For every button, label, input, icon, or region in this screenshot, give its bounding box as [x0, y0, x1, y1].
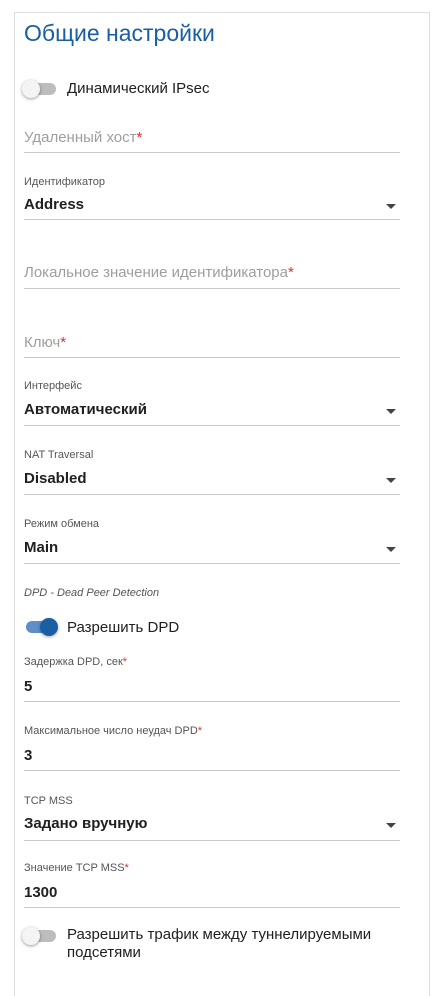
- local-identifier-field[interactable]: Локальное значение идентификатора*: [24, 256, 400, 290]
- chevron-down-icon: [386, 478, 396, 483]
- allow-tunnel-traffic-line2: подсетями: [67, 944, 141, 961]
- tcp-mss-value-field[interactable]: Значение TCP MSS* 1300: [24, 860, 400, 908]
- nat-traversal-underline: [24, 494, 400, 495]
- dpd-section-label: DPD - Dead Peer Detection: [24, 587, 160, 599]
- chevron-down-icon: [386, 409, 396, 414]
- dpd-delay-label: Задержка DPD, сек*: [24, 656, 128, 668]
- dpd-failures-label: Максимальное число неудач DPD*: [24, 725, 203, 737]
- tcp-mss-value-label: Значение TCP MSS*: [24, 862, 129, 874]
- exchange-mode-label: Режим обмена: [24, 518, 100, 530]
- nat-traversal-label: NAT Traversal: [24, 449, 94, 461]
- tcp-mss-select[interactable]: TCP MSS Задано вручную: [24, 793, 400, 841]
- tcp-mss-value-underline: [24, 907, 400, 908]
- dpd-delay-underline: [24, 701, 400, 702]
- identifier-underline: [24, 219, 400, 220]
- identifier-value: Address: [24, 196, 85, 213]
- interface-label: Интерфейс: [24, 380, 82, 392]
- dynamic-ipsec-toggle[interactable]: [22, 78, 58, 100]
- toggle-knob: [40, 618, 58, 636]
- dpd-failures-underline: [24, 770, 400, 771]
- remote-host-placeholder: Удаленный хост*: [24, 129, 143, 146]
- chevron-down-icon: [386, 204, 396, 209]
- tcp-mss-value: Задано вручную: [24, 815, 148, 832]
- dpd-failures-field[interactable]: Максимальное число неудач DPD* 3: [24, 723, 400, 771]
- interface-select[interactable]: Интерфейс Автоматический: [24, 378, 400, 426]
- toggle-knob: [22, 927, 40, 945]
- allow-tunnel-traffic-line1: Разрешить трафик между туннелируемыми: [67, 926, 372, 943]
- exchange-mode-value: Main: [24, 539, 59, 556]
- settings-panel: [14, 12, 430, 996]
- allow-tunnel-traffic-label: Разрешить трафик между туннелируемыми по…: [67, 926, 371, 962]
- dynamic-ipsec-label: Динамический IPsec: [67, 80, 210, 97]
- tcp-mss-value-input: 1300: [24, 884, 58, 901]
- remote-host-field[interactable]: Удаленный хост*: [24, 120, 400, 154]
- exchange-mode-select[interactable]: Режим обмена Main: [24, 516, 400, 564]
- toggle-knob: [22, 80, 40, 98]
- local-identifier-underline: [24, 288, 400, 289]
- dpd-failures-value: 3: [24, 747, 33, 764]
- remote-host-underline: [24, 152, 400, 153]
- tcp-mss-label: TCP MSS: [24, 795, 73, 807]
- tcp-mss-underline: [24, 840, 400, 841]
- nat-traversal-select[interactable]: NAT Traversal Disabled: [24, 447, 400, 495]
- chevron-down-icon: [386, 547, 396, 552]
- local-identifier-placeholder: Локальное значение идентификатора*: [24, 264, 294, 281]
- interface-value: Автоматический: [24, 401, 147, 418]
- nat-traversal-value: Disabled: [24, 470, 87, 487]
- interface-underline: [24, 425, 400, 426]
- dpd-delay-value: 5: [24, 678, 33, 695]
- enable-dpd-label: Разрешить DPD: [67, 619, 180, 636]
- allow-tunnel-traffic-toggle[interactable]: [22, 925, 58, 947]
- identifier-label: Идентификатор: [24, 176, 105, 188]
- enable-dpd-toggle[interactable]: [22, 616, 58, 638]
- identifier-select[interactable]: Идентификатор Address: [24, 174, 400, 222]
- section-title: Общие настройки: [24, 20, 215, 46]
- key-placeholder: Ключ*: [24, 334, 67, 351]
- key-field[interactable]: Ключ*: [24, 324, 400, 358]
- key-underline: [24, 357, 400, 358]
- dpd-delay-field[interactable]: Задержка DPD, сек* 5: [24, 654, 400, 702]
- exchange-mode-underline: [24, 563, 400, 564]
- chevron-down-icon: [386, 823, 396, 828]
